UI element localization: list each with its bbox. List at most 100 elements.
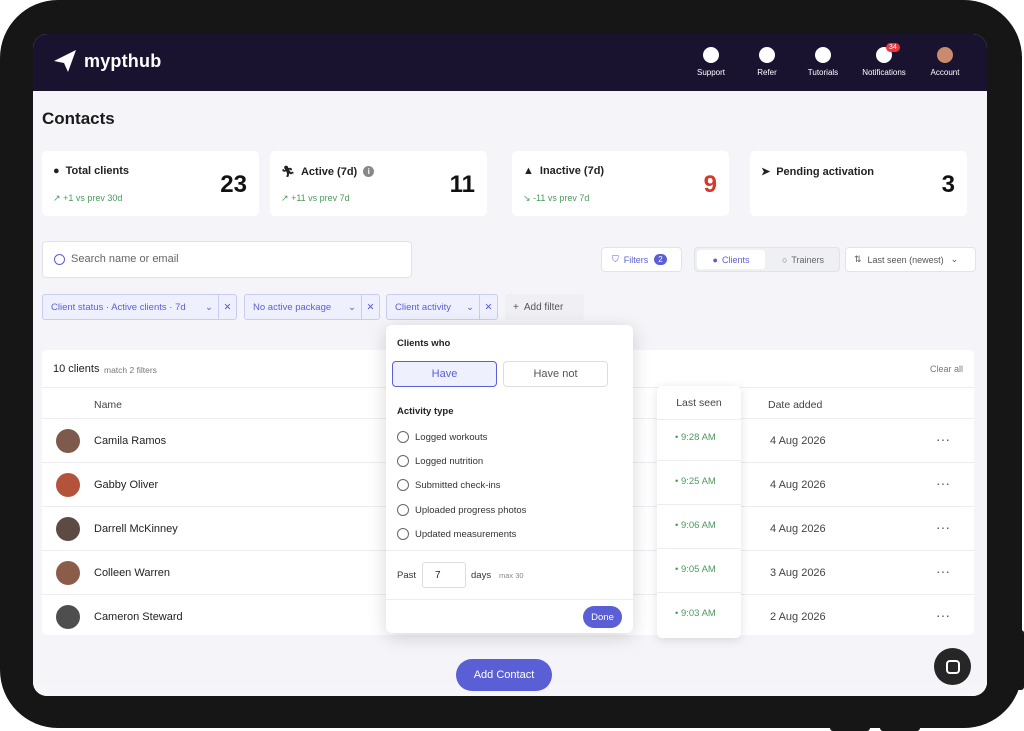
radio-button[interactable] bbox=[397, 431, 409, 443]
filter-icon: ⛉ bbox=[612, 254, 619, 264]
stat-value: 3 bbox=[941, 171, 955, 198]
max-label: max 30 bbox=[499, 571, 524, 580]
tab-trainers[interactable]: ○ Trainers bbox=[769, 250, 837, 269]
chevron-down-icon: ⌄ bbox=[466, 301, 474, 313]
clear-all-link[interactable]: Clear all bbox=[930, 364, 963, 374]
view-toggle: ● Clients ○ Trainers bbox=[694, 247, 840, 272]
avatar bbox=[56, 605, 80, 629]
stat-sub: +11 vs prev 7d bbox=[291, 193, 350, 203]
option-logged-workouts[interactable]: Logged workouts bbox=[397, 431, 487, 443]
radio-button[interactable] bbox=[397, 479, 409, 491]
search-input[interactable]: Search name or email bbox=[71, 253, 179, 265]
more-icon[interactable]: ··· bbox=[936, 519, 950, 535]
option-progress-photos[interactable]: Uploaded progress photos bbox=[397, 504, 526, 516]
filters-button[interactable]: ⛉ Filters 2 bbox=[601, 247, 682, 272]
client-name[interactable]: Camila Ramos bbox=[94, 435, 166, 447]
search-box[interactable]: Search name or email bbox=[42, 241, 412, 278]
headset-icon bbox=[703, 47, 719, 63]
add-contact-button[interactable]: Add Contact bbox=[456, 659, 552, 691]
logo[interactable]: mypthub bbox=[52, 48, 161, 74]
more-icon[interactable]: ··· bbox=[936, 607, 950, 623]
tab-clients[interactable]: ● Clients bbox=[697, 250, 765, 269]
chip-label: Client status · Active clients · 7d bbox=[51, 301, 186, 313]
stat-card-total[interactable]: ● Total clients 23 ↗ +1 vs prev 30d bbox=[42, 151, 259, 216]
radio-button[interactable] bbox=[397, 455, 409, 467]
nav-tutorials[interactable]: Tutorials bbox=[795, 47, 851, 77]
stat-trend: ↘ -11 vs prev 7d bbox=[523, 193, 589, 204]
last-seen-value: • 9:05 AM bbox=[675, 564, 716, 575]
stat-card-active[interactable]: 🏃︎ Active (7d) i 11 ↗ +11 vs prev 7d bbox=[270, 151, 487, 216]
stat-sub: -11 vs prev 7d bbox=[533, 193, 590, 203]
radio-button[interactable] bbox=[397, 528, 409, 540]
search-icon bbox=[54, 254, 65, 265]
option-check-ins[interactable]: Submitted check-ins bbox=[397, 479, 501, 491]
trend-down-icon: ↘ bbox=[523, 193, 531, 203]
stat-value: 9 bbox=[703, 171, 717, 198]
column-header-date-added[interactable]: Date added bbox=[768, 399, 822, 411]
radio-button[interactable] bbox=[397, 504, 409, 516]
avatar bbox=[56, 561, 80, 585]
chevron-down-icon: ⌄ bbox=[950, 254, 959, 264]
nav-refer[interactable]: Refer bbox=[739, 47, 795, 77]
popover-heading: Clients who bbox=[397, 338, 451, 349]
more-icon[interactable]: ··· bbox=[936, 431, 950, 447]
more-icon[interactable]: ··· bbox=[936, 475, 950, 491]
running-icon: 🏃︎ bbox=[281, 166, 295, 178]
sort-label: Last seen (newest) bbox=[867, 254, 944, 265]
last-seen-time: 9:28 AM bbox=[680, 432, 716, 443]
days-input[interactable]: 7 bbox=[422, 562, 466, 588]
option-label: Logged workouts bbox=[415, 431, 488, 443]
match-count: match 2 filters bbox=[104, 365, 157, 375]
users-icon: ● bbox=[53, 165, 60, 177]
nav-support[interactable]: Support bbox=[683, 47, 739, 77]
client-name[interactable]: Colleen Warren bbox=[94, 567, 170, 579]
nav-label: Notifications bbox=[862, 68, 906, 77]
filter-chip-activity[interactable]: Client activity ⌄ ✕ bbox=[386, 294, 498, 320]
client-name[interactable]: Cameron Steward bbox=[94, 611, 183, 623]
filter-chip-package[interactable]: No active package ⌄ ✕ bbox=[244, 294, 380, 320]
last-seen-time: 9:25 AM bbox=[680, 476, 716, 487]
stat-card-inactive[interactable]: ▲ Inactive (7d) 9 ↘ -11 vs prev 7d bbox=[512, 151, 729, 216]
stat-value: 23 bbox=[220, 171, 247, 198]
last-seen-value: • 9:06 AM bbox=[675, 520, 716, 531]
info-icon[interactable]: i bbox=[363, 166, 375, 177]
close-icon[interactable]: ✕ bbox=[479, 295, 497, 319]
chat-button[interactable] bbox=[934, 648, 971, 685]
last-seen-time: 9:03 AM bbox=[680, 608, 716, 619]
top-nav: Support Refer Tutorials 34 Notifications… bbox=[683, 43, 973, 77]
done-button[interactable]: Done bbox=[583, 606, 622, 628]
device-button bbox=[880, 724, 920, 731]
column-header-last-seen[interactable]: Last seen bbox=[657, 386, 741, 420]
avatar-icon bbox=[937, 47, 953, 63]
nav-notifications[interactable]: 34 Notifications bbox=[851, 43, 917, 77]
chip-label: Client activity bbox=[395, 301, 451, 313]
option-measurements[interactable]: Updated measurements bbox=[397, 528, 516, 540]
add-filter-button[interactable]: + Add filter bbox=[505, 294, 584, 320]
filters-label: Filters bbox=[623, 254, 649, 265]
last-seen-value: • 9:25 AM bbox=[675, 476, 716, 487]
chat-icon bbox=[945, 659, 960, 674]
have-toggle[interactable]: Have bbox=[392, 361, 497, 387]
stat-card-pending[interactable]: ➤ Pending activation 3 bbox=[750, 151, 967, 216]
filters-count-badge: 2 bbox=[654, 254, 667, 265]
have-not-toggle[interactable]: Have not bbox=[503, 361, 608, 387]
users-icon: ● bbox=[712, 254, 718, 265]
date-added: 4 Aug 2026 bbox=[770, 479, 826, 491]
nav-account[interactable]: Account bbox=[917, 47, 973, 77]
play-icon bbox=[815, 47, 831, 63]
sort-dropdown[interactable]: ⇅ Last seen (newest) ⌄ bbox=[845, 247, 976, 272]
option-logged-nutrition[interactable]: Logged nutrition bbox=[397, 455, 483, 467]
close-icon[interactable]: ✕ bbox=[361, 295, 379, 319]
more-icon[interactable]: ··· bbox=[936, 563, 950, 579]
last-seen-value: • 9:28 AM bbox=[675, 432, 716, 443]
chevron-down-icon: ⌄ bbox=[348, 301, 356, 313]
avatar bbox=[56, 517, 80, 541]
client-name[interactable]: Gabby Oliver bbox=[94, 479, 158, 491]
close-icon[interactable]: ✕ bbox=[218, 295, 236, 319]
column-header-name[interactable]: Name bbox=[94, 399, 122, 411]
dollar-icon bbox=[759, 47, 775, 63]
nav-label: Account bbox=[930, 68, 960, 77]
client-name[interactable]: Darrell McKinney bbox=[94, 523, 178, 535]
filter-chip-status[interactable]: Client status · Active clients · 7d ⌄ ✕ bbox=[42, 294, 237, 320]
top-bar: mypthub Support Refer Tutorials 34 Notif… bbox=[33, 34, 987, 91]
